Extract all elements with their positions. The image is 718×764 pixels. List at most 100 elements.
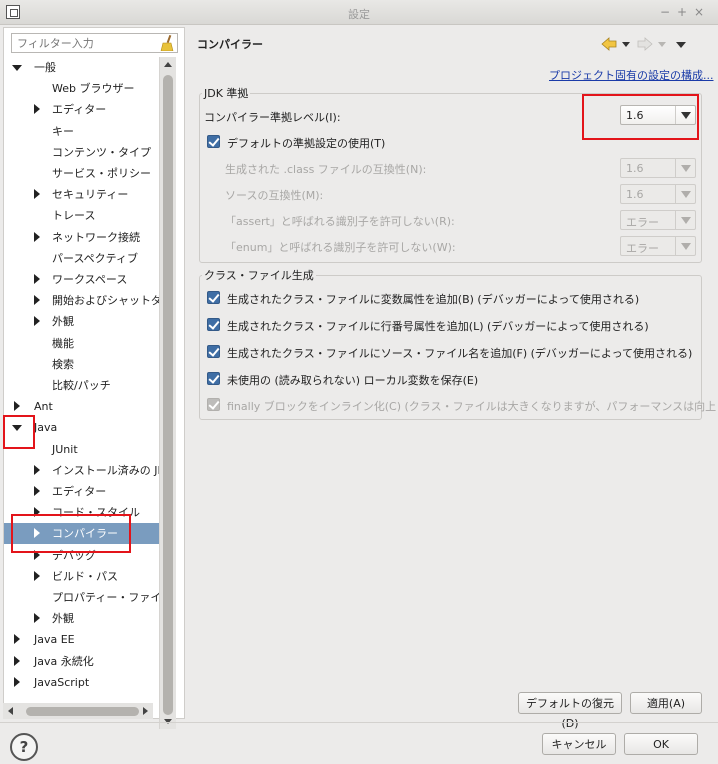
tree-item-label: Java [34, 421, 58, 435]
scroll-right-icon[interactable] [143, 707, 148, 715]
add-line-number-checkbox[interactable] [207, 318, 220, 331]
tree-item[interactable]: コンテンツ・タイプ [4, 142, 159, 163]
chevron-right-icon[interactable] [32, 545, 42, 566]
ok-button[interactable]: OK [624, 733, 698, 755]
chevron-right-icon[interactable] [12, 629, 22, 650]
add-variable-attributes-checkbox[interactable] [207, 291, 220, 304]
forward-arrow-icon[interactable] [637, 37, 653, 51]
tree-item[interactable]: プロパティー・ファイル・ [4, 587, 159, 608]
chevron-right-icon[interactable] [32, 269, 42, 290]
tree-item[interactable]: Web ブラウザー [4, 78, 159, 99]
enum-identifier-select[interactable]: エラー [620, 236, 696, 256]
back-dropdown-icon[interactable] [622, 42, 630, 47]
configure-project-settings-link[interactable]: プロジェクト固有の設定の構成... [549, 67, 714, 83]
tree-item[interactable]: JUnit [4, 439, 159, 460]
tree-item[interactable]: エディター [4, 481, 159, 502]
tree-item[interactable]: トレース [4, 205, 159, 226]
chevron-down-icon[interactable] [675, 185, 695, 203]
chevron-right-icon[interactable] [32, 502, 42, 523]
tree-item[interactable]: キー [4, 121, 159, 142]
tree-item[interactable]: 比較/パッチ [4, 375, 159, 396]
preference-page: コンパイラー プロジェクト固有の設定の構成... JDK 準拠 コンパイラー準拠… [187, 27, 718, 730]
clear-filter-icon[interactable] [160, 35, 174, 51]
inline-finally-checkbox[interactable] [207, 398, 220, 411]
tree-item[interactable]: Java EE [4, 629, 159, 650]
help-icon[interactable]: ? [10, 733, 38, 761]
tree-item[interactable]: 機能 [4, 333, 159, 354]
compliance-level-label: コンパイラー準拠レベル(I): [204, 111, 341, 124]
tree-item[interactable]: コンパイラー [4, 523, 159, 545]
filter-field[interactable] [11, 33, 178, 53]
tree-item-label: 外観 [52, 612, 74, 626]
tree-item[interactable]: セキュリティー [4, 184, 159, 205]
chevron-down-icon[interactable] [12, 417, 22, 438]
tree-item[interactable]: インストール済みの JR [4, 460, 159, 481]
tree-item-label: ビルド・パス [52, 569, 118, 583]
scroll-left-icon[interactable] [8, 707, 13, 715]
scroll-thumb[interactable] [163, 75, 173, 715]
chevron-right-icon[interactable] [32, 311, 42, 332]
maximize-icon[interactable]: + [677, 5, 687, 19]
source-compat-select[interactable]: 1.6 [620, 184, 696, 204]
preserve-unused-locals-checkbox[interactable] [207, 372, 220, 385]
tree-item[interactable]: コード・スタイル [4, 502, 159, 523]
tree-item[interactable]: 外観 [4, 311, 159, 332]
cancel-button[interactable]: キャンセル [542, 733, 616, 755]
tree-item-label: トレース [52, 209, 96, 223]
close-icon[interactable]: × [694, 5, 704, 19]
inline-finally-label: finally ブロックをインライン化(C) (クラス・ファイルは大きくなります… [227, 400, 718, 413]
tree-item[interactable]: ビルド・パス [4, 566, 159, 587]
chevron-right-icon[interactable] [32, 523, 42, 544]
chevron-right-icon[interactable] [12, 651, 22, 672]
tree-item[interactable]: 開始およびシャットダウ [4, 290, 159, 311]
scroll-up-icon[interactable] [164, 62, 172, 67]
chevron-right-icon[interactable] [32, 184, 42, 205]
tree-item[interactable]: エディター [4, 99, 159, 120]
tree-item[interactable]: Ant [4, 396, 159, 417]
chevron-right-icon[interactable] [32, 608, 42, 629]
tree-item[interactable]: 一般 [4, 57, 159, 78]
class-file-compat-select[interactable]: 1.6 [620, 158, 696, 178]
tree-item[interactable]: 検索 [4, 354, 159, 375]
tree-item[interactable]: サービス・ポリシー [4, 163, 159, 184]
tree-item[interactable]: パースペクティブ [4, 248, 159, 269]
chevron-right-icon[interactable] [32, 99, 42, 120]
tree-vertical-scrollbar[interactable] [159, 57, 176, 729]
chevron-right-icon[interactable] [32, 566, 42, 587]
tree-item-label: 一般 [34, 61, 56, 74]
view-menu-icon[interactable] [676, 42, 686, 48]
chevron-right-icon[interactable] [32, 481, 42, 502]
tree-item[interactable]: Java [4, 417, 159, 438]
chevron-right-icon[interactable] [32, 290, 42, 311]
tree-item-label: コンパイラー [52, 527, 118, 541]
tree-item[interactable]: 外観 [4, 608, 159, 629]
forward-dropdown-icon[interactable] [658, 42, 666, 47]
tree-horizontal-scrollbar[interactable] [3, 703, 153, 719]
minimize-icon[interactable]: − [660, 5, 670, 19]
filter-input[interactable] [15, 34, 155, 52]
chevron-down-icon[interactable] [675, 237, 695, 255]
tree-item[interactable]: ワークスペース [4, 269, 159, 290]
enum-identifier-value: エラー [626, 242, 659, 255]
chevron-right-icon[interactable] [32, 227, 42, 248]
add-source-file-name-checkbox[interactable] [207, 345, 220, 358]
chevron-right-icon[interactable] [12, 672, 22, 693]
apply-button[interactable]: 適用(A) [630, 692, 702, 714]
chevron-down-icon[interactable] [12, 57, 22, 78]
chevron-down-icon[interactable] [675, 159, 695, 177]
chevron-right-icon[interactable] [12, 396, 22, 417]
tree-item[interactable]: Java 永続化 [4, 651, 159, 672]
use-default-compliance-checkbox[interactable] [207, 135, 220, 148]
compliance-level-select[interactable]: 1.6 [620, 105, 696, 125]
tree-item[interactable]: ネットワーク接続 [4, 227, 159, 248]
hscroll-thumb[interactable] [26, 707, 139, 716]
tree-item[interactable]: JavaScript [4, 672, 159, 693]
chevron-right-icon[interactable] [32, 460, 42, 481]
chevron-down-icon[interactable] [675, 211, 695, 229]
tree-item[interactable]: デバッグ [4, 545, 159, 566]
assert-identifier-select[interactable]: エラー [620, 210, 696, 230]
restore-defaults-button[interactable]: デフォルトの復元(D) [518, 692, 622, 730]
tree-item-label: 機能 [52, 336, 74, 350]
back-arrow-icon[interactable] [601, 37, 617, 51]
chevron-down-icon[interactable] [675, 106, 695, 124]
